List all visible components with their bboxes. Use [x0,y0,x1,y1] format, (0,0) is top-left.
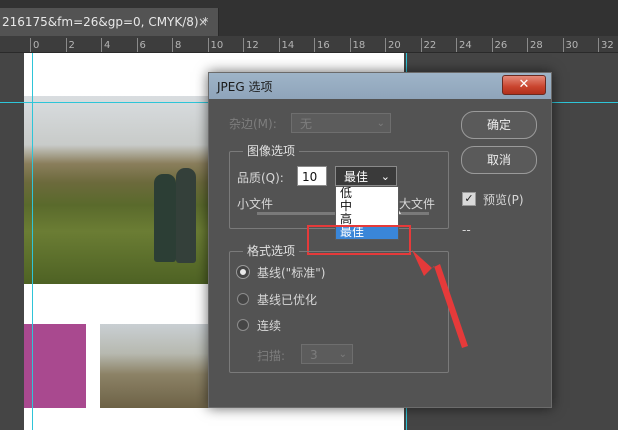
ruler-mark [30,38,31,52]
scans-label: 扫描: [257,349,286,363]
radio-baseline-optimized[interactable] [237,293,249,305]
document-tab-title: 216175&fm=26&gp=0, CMYK/8) * [2,15,209,29]
large-file-label: 大文件 [399,197,436,211]
scans-select[interactable]: 3 ⌄ [301,344,353,364]
ruler-tick-label: 6 [139,40,146,51]
ruler-mark [314,38,315,52]
chevron-down-icon: ⌄ [338,349,347,360]
quality-number-input[interactable]: 10 [297,166,327,186]
format-options-title: 格式选项 [243,242,300,259]
preview-label: 预览(P) [483,193,524,207]
scans-value: 3 [310,348,318,362]
ruler-tick-label: 24 [459,40,472,51]
matte-label: 杂边(M): [229,117,277,131]
ruler-tick-label: 20 [388,40,401,51]
matte-select[interactable]: 无 ⌄ [291,113,391,133]
dialog-title: JPEG 选项 [217,80,273,94]
ruler-tick-label: 12 [246,40,259,51]
ruler-mark [598,38,599,52]
ruler-tick-label: 16 [317,40,330,51]
file-size-readout: -- [462,223,471,237]
radio-baseline-standard[interactable] [237,266,249,278]
ok-button[interactable]: 确定 [461,111,537,139]
ruler-tick-label: 30 [565,40,579,51]
small-file-label: 小文件 [237,197,274,211]
ruler-mark [491,38,493,52]
ruler-mark [349,38,351,52]
ruler-mark [207,38,209,52]
ruler-tick-label: 0 [33,40,40,51]
radio-label: 基线已优化 [257,293,318,307]
ruler-mark [562,38,564,52]
ruler-tick-label: 32 [601,40,614,51]
radio-label: 基线("标准") [257,266,326,280]
dialog-titlebar[interactable]: JPEG 选项 ✕ [209,73,551,99]
chevron-down-icon: ⌄ [380,170,390,183]
ruler-mark [243,38,244,52]
quality-preset-value: 最佳 [344,170,369,184]
ruler-mark [172,38,173,52]
document-tab-bar: 216175&fm=26&gp=0, CMYK/8) * × [0,0,618,36]
ruler-tick-label: 4 [104,40,111,51]
chevron-down-icon: ⌄ [376,118,385,129]
ruler-mark [101,38,102,52]
quality-label: 品质(Q): [237,171,284,185]
preview-checkbox[interactable]: ✓ [462,192,476,206]
purple-color-block [24,324,86,408]
close-icon[interactable]: ✕ [502,75,546,95]
ruler-mark [136,38,138,52]
ruler-mark [278,38,280,52]
matte-value: 无 [300,117,313,131]
radio-progressive[interactable] [237,319,249,331]
ruler-mark [385,38,386,52]
radio-label: 连续 [257,319,282,333]
guide-line-vertical [32,53,33,430]
ruler-tick-label: 26 [494,40,508,51]
ruler-mark [65,38,67,52]
ruler-tick-label: 18 [352,40,366,51]
image-options-title: 图像选项 [243,142,300,159]
hiking-couple-photo [24,96,210,284]
ruler-tick-label: 28 [530,40,543,51]
close-icon[interactable]: × [198,8,208,36]
horizontal-ruler: 0 2 4 6 8 10 12 14 16 18 20 22 24 26 28 30 32 [0,36,618,53]
ruler-mark [527,38,528,52]
quality-preset-select[interactable]: 最佳 ⌄ [335,166,397,186]
ruler-mark [420,38,422,52]
ruler-tick-label: 8 [175,40,182,51]
ruler-mark [456,38,457,52]
ruler-tick-label: 2 [68,40,75,51]
ruler-tick-label: 10 [210,40,224,51]
ruler-tick-label: 14 [281,40,295,51]
ruler-tick-label: 22 [423,40,437,51]
document-tab[interactable]: 216175&fm=26&gp=0, CMYK/8) * × [0,8,219,36]
cancel-button[interactable]: 取消 [461,146,537,174]
person-figure [176,168,196,263]
jpeg-options-dialog: JPEG 选项 ✕ 杂边(M): 无 ⌄ 图像选项 品质(Q): 10 最佳 ⌄… [208,72,552,408]
landscape-thumbnail-photo [100,324,210,408]
person-figure [154,174,176,262]
